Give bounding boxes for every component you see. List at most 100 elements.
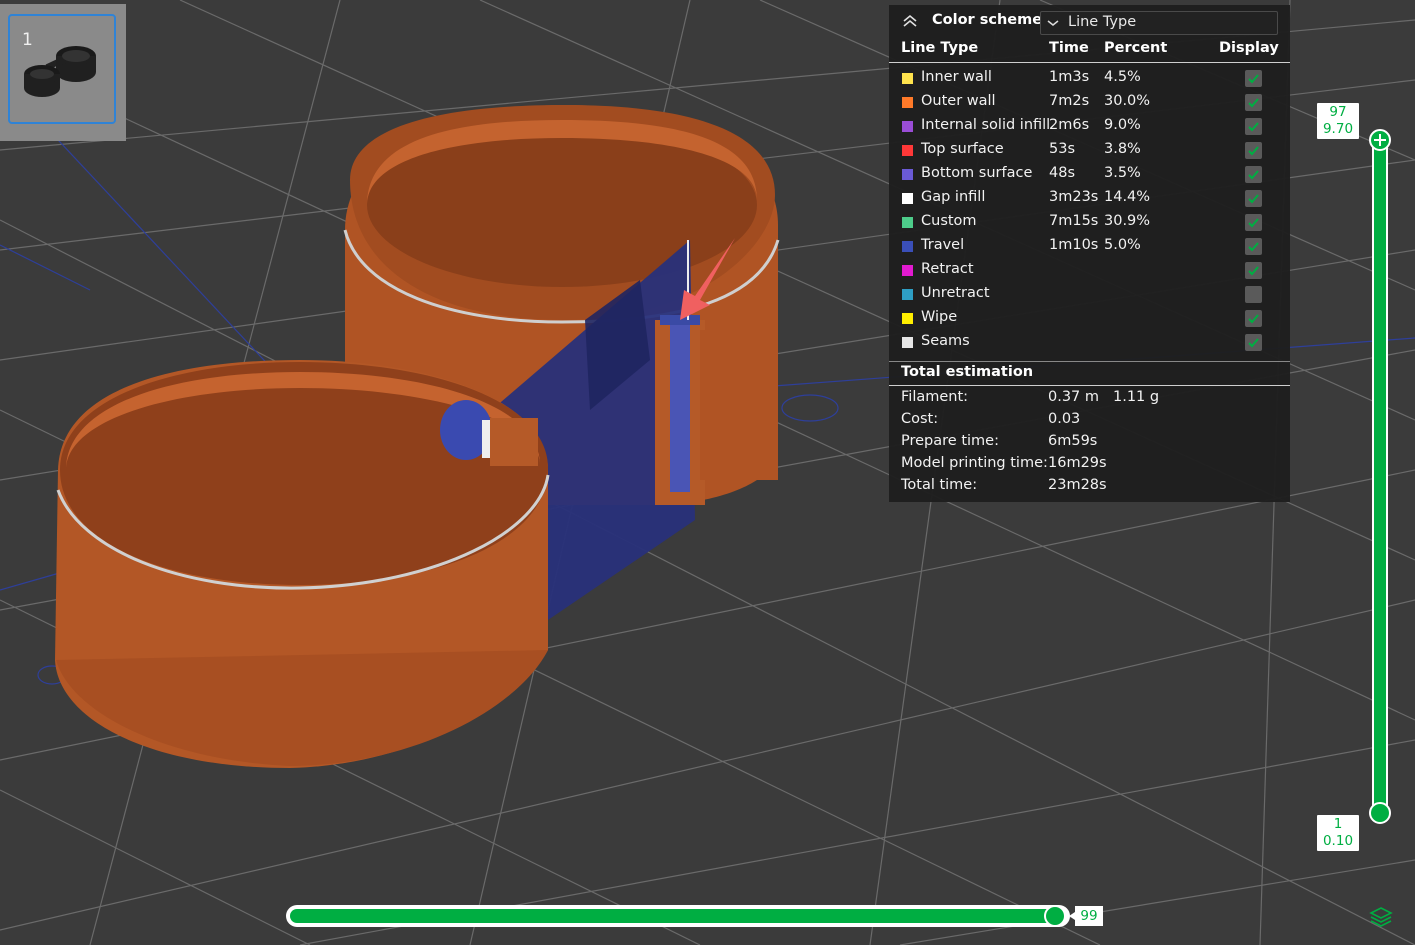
legend-row: Seams bbox=[889, 331, 1290, 355]
move-slider-track[interactable] bbox=[286, 905, 1070, 927]
line-type-name: Retract bbox=[921, 261, 974, 277]
legend-row: Custom 7m15s 30.9% bbox=[889, 211, 1290, 235]
line-type-name: Seams bbox=[921, 333, 970, 349]
chevron-up-icon[interactable] bbox=[901, 13, 919, 29]
cost-label: Cost: bbox=[901, 411, 939, 427]
plate-preview-icon bbox=[24, 46, 96, 97]
color-scheme-dropdown[interactable]: Line Type bbox=[1040, 11, 1278, 35]
display-checkbox[interactable] bbox=[1245, 118, 1262, 135]
legend-title: Color scheme bbox=[932, 12, 1043, 28]
checkmark-icon bbox=[1248, 338, 1259, 348]
column-header-type: Line Type bbox=[901, 40, 979, 56]
line-type-name: Inner wall bbox=[921, 69, 992, 85]
line-type-percent: 4.5% bbox=[1104, 69, 1141, 85]
color-scheme-legend: Color scheme Line Type Line Type Time Pe… bbox=[889, 5, 1290, 502]
legend-row: Wipe bbox=[889, 307, 1290, 331]
divider bbox=[889, 361, 1290, 362]
color-scheme-value: Line Type bbox=[1068, 14, 1137, 30]
checkmark-icon bbox=[1248, 122, 1259, 132]
legend-row: Internal solid infill 2m6s 9.0% bbox=[889, 115, 1290, 139]
model-time-label: Model printing time: bbox=[901, 455, 1048, 471]
color-swatch bbox=[902, 145, 913, 156]
color-swatch bbox=[902, 121, 913, 132]
checkmark-icon bbox=[1248, 98, 1259, 108]
checkmark-icon bbox=[1248, 242, 1259, 252]
layer-slider-bottom-handle[interactable] bbox=[1369, 802, 1391, 824]
display-checkbox[interactable] bbox=[1245, 166, 1262, 183]
move-slider-fill bbox=[290, 909, 1056, 923]
line-type-name: Gap infill bbox=[921, 189, 986, 205]
legend-header: Color scheme Line Type bbox=[889, 5, 1290, 38]
chevron-down-icon bbox=[1047, 20, 1059, 26]
layer-slider-top-handle[interactable] bbox=[1369, 129, 1391, 151]
legend-row: Bottom surface 48s 3.5% bbox=[889, 163, 1290, 187]
legend-row: Inner wall 1m3s 4.5% bbox=[889, 67, 1290, 91]
display-checkbox[interactable] bbox=[1245, 142, 1262, 159]
legend-row: Retract bbox=[889, 259, 1290, 283]
line-type-name: Wipe bbox=[921, 309, 958, 325]
line-type-time: 3m23s bbox=[1049, 189, 1099, 205]
plate-thumbnail[interactable]: 1 bbox=[0, 4, 126, 141]
line-type-name: Bottom surface bbox=[921, 165, 1033, 181]
layers-icon[interactable] bbox=[1369, 906, 1393, 928]
estimation-prepare-time: Prepare time: 6m59s bbox=[889, 432, 1290, 454]
line-type-time: 1m10s bbox=[1049, 237, 1099, 253]
line-type-percent: 30.9% bbox=[1104, 213, 1151, 229]
total-time-label: Total time: bbox=[901, 477, 978, 493]
checkmark-icon bbox=[1248, 146, 1259, 156]
checkmark-icon bbox=[1248, 266, 1259, 276]
color-swatch bbox=[902, 217, 913, 228]
filament-length: 0.37 m bbox=[1048, 389, 1100, 405]
line-type-percent: 14.4% bbox=[1104, 189, 1151, 205]
legend-row: Unretract bbox=[889, 283, 1290, 307]
display-checkbox[interactable] bbox=[1245, 94, 1262, 111]
estimation-filament: Filament: 0.37 m 1.11 g bbox=[889, 388, 1290, 410]
divider bbox=[889, 62, 1290, 63]
divider bbox=[889, 385, 1290, 386]
color-swatch bbox=[902, 337, 913, 348]
line-type-percent: 5.0% bbox=[1104, 237, 1141, 253]
top-layer-number: 97 bbox=[1329, 104, 1347, 120]
display-checkbox[interactable] bbox=[1245, 262, 1262, 279]
line-type-percent: 9.0% bbox=[1104, 117, 1141, 133]
legend-row: Top surface 53s 3.8% bbox=[889, 139, 1290, 163]
color-swatch bbox=[902, 241, 913, 252]
estimation-model-time: Model printing time: 16m29s bbox=[889, 454, 1290, 476]
checkmark-icon bbox=[1248, 170, 1259, 180]
bottom-layer-height: 0.10 bbox=[1322, 833, 1354, 849]
line-type-time: 48s bbox=[1049, 165, 1076, 181]
checkmark-icon bbox=[1248, 218, 1259, 228]
display-checkbox[interactable] bbox=[1245, 70, 1262, 87]
front-cylinder bbox=[55, 360, 550, 768]
column-header-display: Display bbox=[1219, 40, 1279, 56]
display-checkbox[interactable] bbox=[1245, 334, 1262, 351]
line-type-time: 2m6s bbox=[1049, 117, 1090, 133]
layer-slider-track[interactable] bbox=[1372, 139, 1388, 815]
total-time-value: 23m28s bbox=[1048, 477, 1107, 493]
top-layer-label: 97 9.70 bbox=[1317, 103, 1359, 139]
move-slider-handle[interactable] bbox=[1044, 905, 1066, 927]
filament-weight: 1.11 g bbox=[1113, 389, 1160, 405]
line-type-name: Travel bbox=[921, 237, 965, 253]
bottom-layer-number: 1 bbox=[1333, 816, 1343, 832]
display-checkbox[interactable] bbox=[1245, 238, 1262, 255]
color-swatch bbox=[902, 289, 913, 300]
filament-label: Filament: bbox=[901, 389, 969, 405]
line-type-name: Top surface bbox=[921, 141, 1004, 157]
display-checkbox[interactable] bbox=[1245, 286, 1262, 303]
wall-segment bbox=[700, 330, 778, 480]
color-swatch bbox=[902, 97, 913, 108]
line-type-time: 53s bbox=[1049, 141, 1076, 157]
column-header-time: Time bbox=[1049, 40, 1089, 56]
display-checkbox[interactable] bbox=[1245, 190, 1262, 207]
line-type-name: Custom bbox=[921, 213, 977, 229]
move-slider-value: 99 bbox=[1069, 906, 1103, 926]
line-type-time: 7m15s bbox=[1049, 213, 1099, 229]
checkmark-icon bbox=[1248, 314, 1259, 324]
display-checkbox[interactable] bbox=[1245, 310, 1262, 327]
prepare-time-value: 6m59s bbox=[1048, 433, 1098, 449]
line-type-percent: 30.0% bbox=[1104, 93, 1151, 109]
line-type-percent: 3.8% bbox=[1104, 141, 1141, 157]
display-checkbox[interactable] bbox=[1245, 214, 1262, 231]
prepare-time-label: Prepare time: bbox=[901, 433, 999, 449]
